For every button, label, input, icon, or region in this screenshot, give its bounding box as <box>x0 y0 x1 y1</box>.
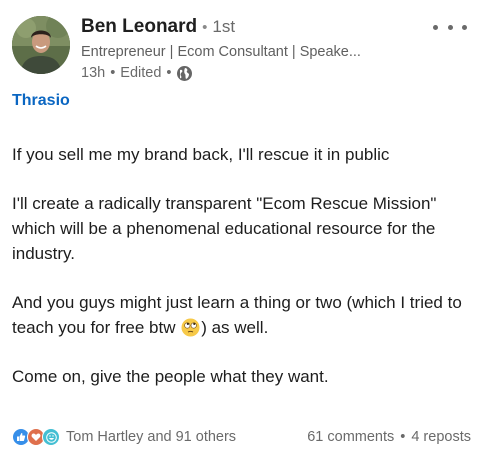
dot-icon <box>433 24 438 30</box>
post-time-row: 13h • Edited • <box>81 64 433 82</box>
post-paragraph: I'll create a radically transparent "Eco… <box>12 194 437 263</box>
post-header: Ben Leonard • 1st Entrepreneur | Ecom Co… <box>12 16 473 82</box>
author-headline: Entrepreneur | Ecom Consultant | Speake.… <box>81 44 361 60</box>
dot-icon <box>462 24 467 30</box>
separator-dot: • <box>400 429 406 445</box>
connection-degree: 1st <box>212 17 236 36</box>
comments-count-link[interactable]: 61 comments <box>307 429 394 445</box>
post-paragraph: If you sell me my brand back, I'll rescu… <box>12 145 390 164</box>
avatar[interactable] <box>12 16 70 74</box>
author-meta: Ben Leonard • 1st Entrepreneur | Ecom Co… <box>81 16 433 82</box>
post-body: If you sell me my brand back, I'll rescu… <box>12 142 472 413</box>
separator-dot: • <box>166 65 172 81</box>
company-mention-link[interactable]: Thrasio <box>12 92 70 110</box>
post-text: ) as well. <box>201 318 269 337</box>
separator-dot: • <box>202 19 208 36</box>
funny-icon <box>42 428 60 446</box>
globe-icon <box>176 65 193 82</box>
separator-dot: • <box>110 65 116 81</box>
edited-label: Edited <box>120 65 162 81</box>
more-options-button[interactable] <box>433 18 467 36</box>
reactors-link[interactable]: Tom Hartley and 91 others <box>66 429 236 445</box>
reaction-icons[interactable] <box>12 428 60 446</box>
engagement-stats: 61 comments • 4 reposts <box>307 429 471 445</box>
social-counts-bar: Tom Hartley and 91 others 61 comments • … <box>12 426 471 448</box>
reposts-count-link[interactable]: 4 reposts <box>411 429 471 445</box>
post-time: 13h <box>81 65 106 81</box>
post-paragraph: And you guys might just learn a thing or… <box>12 290 472 340</box>
post-paragraph: Come on, give the people what they want. <box>12 367 329 386</box>
dot-icon <box>447 24 453 30</box>
author-name[interactable]: Ben Leonard <box>81 16 197 38</box>
rolling-eyes-emoji-icon <box>181 318 200 337</box>
